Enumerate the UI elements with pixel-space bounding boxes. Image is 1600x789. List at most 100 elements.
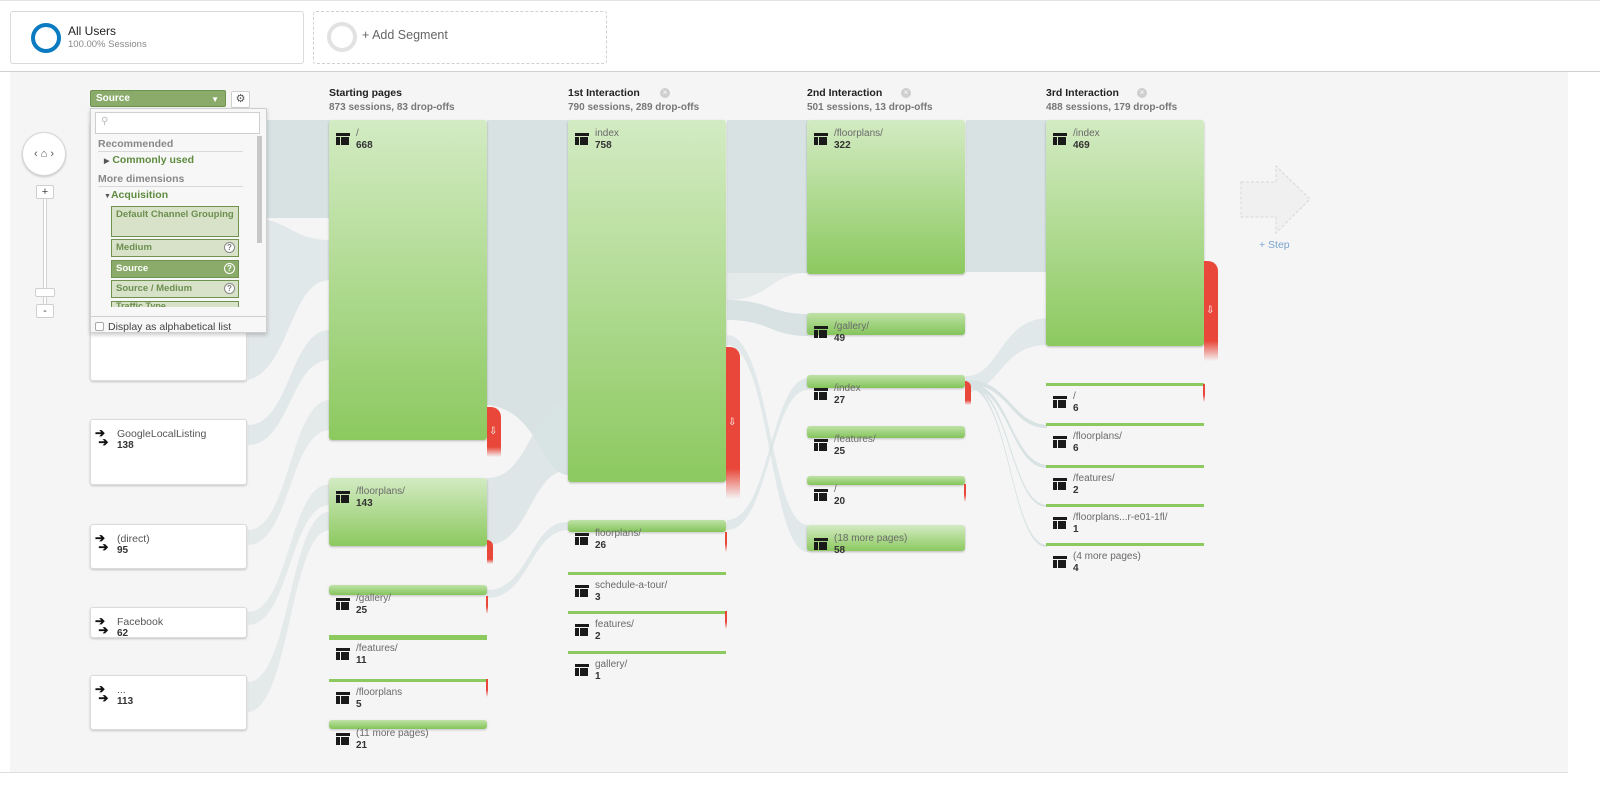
alphabetical-list-toggle[interactable]: Display as alphabetical list: [91, 316, 266, 337]
source-label: ...: [117, 684, 126, 696]
page-node[interactable]: features/ 2: [568, 611, 726, 646]
page-node[interactable]: /features/ 2: [1046, 465, 1204, 500]
dropoff-indicator[interactable]: [964, 484, 966, 502]
page-node[interactable]: / 6: [1046, 383, 1204, 418]
page-node[interactable]: /floorplans...r-e01-1fl/ 1: [1046, 504, 1204, 539]
flow-ribbon: [727, 120, 808, 273]
page-node[interactable]: /floorplans/ 143: [329, 478, 487, 546]
source-node[interactable]: ➔ ➔ ... 113: [90, 675, 247, 730]
page-node[interactable]: /gallery/ 25: [329, 585, 487, 625]
page-node[interactable]: /floorplans/ 322: [807, 120, 965, 274]
page-icon: [814, 388, 828, 400]
option-label: Medium: [116, 242, 152, 253]
recommended-header: Recommended: [98, 138, 243, 152]
dropdown-scrollbar[interactable]: [257, 136, 262, 243]
page-node[interactable]: / 668: [329, 120, 487, 440]
page-count: 25: [834, 446, 846, 457]
page-node[interactable]: /index 27: [807, 375, 965, 410]
remove-step-icon[interactable]: ×: [901, 88, 911, 98]
page-node[interactable]: /features/ 11: [329, 635, 487, 670]
page-icon: [336, 648, 350, 660]
dropoff-indicator[interactable]: [965, 381, 971, 405]
source-count: 138: [117, 440, 134, 451]
page-node[interactable]: schedule-a-tour/ 3: [568, 572, 726, 607]
page-label: index: [595, 128, 619, 139]
page-label: (11 more pages): [356, 728, 429, 739]
page-count: 758: [595, 140, 612, 151]
page-label: /: [834, 484, 837, 495]
dimension-option[interactable]: Source / Medium?: [111, 280, 239, 298]
page-icon: [336, 133, 350, 145]
source-node[interactable]: ➔ ➔ (direct) 95: [90, 524, 247, 569]
dropoff-indicator[interactable]: ⇩: [1204, 261, 1218, 361]
help-icon[interactable]: ?: [224, 242, 235, 253]
page-node[interactable]: /gallery/ 49: [807, 313, 965, 348]
dimension-select[interactable]: Source ▼: [90, 90, 226, 107]
help-icon[interactable]: ?: [224, 263, 235, 274]
caret-down-icon: ▼: [104, 193, 111, 200]
zoom-slider-thumb[interactable]: [35, 288, 55, 297]
page-node[interactable]: /features/ 25: [807, 426, 965, 461]
remove-step-icon[interactable]: ×: [660, 88, 670, 98]
page-icon: [575, 624, 589, 636]
dropoff-indicator[interactable]: [486, 679, 488, 697]
remove-step-icon[interactable]: ×: [1137, 88, 1147, 98]
page-count: 6: [1073, 403, 1079, 414]
add-step-arrow-icon: [1240, 164, 1311, 235]
source-node[interactable]: ➔ ➔ Facebook 62: [90, 607, 247, 639]
zoom-in-button[interactable]: +: [36, 185, 54, 199]
acquisition-group[interactable]: ▼Acquisition: [104, 189, 168, 201]
source-count: 113: [117, 696, 134, 707]
page-count: 25: [356, 605, 368, 616]
help-icon[interactable]: ?: [224, 283, 235, 294]
page-icon: [814, 326, 828, 338]
page-count: 21: [356, 740, 368, 751]
column-header-3rd-interaction: 3rd Interaction 488 sessions, 179 drop-o…: [1046, 87, 1177, 113]
page-label: floorplans/: [595, 528, 642, 539]
settings-gear-button[interactable]: ⚙: [231, 91, 250, 108]
page-node[interactable]: (11 more pages) 21: [329, 720, 487, 755]
page-count: 49: [834, 333, 846, 344]
checkbox[interactable]: [95, 322, 104, 331]
page-count: 1: [1073, 524, 1079, 535]
page-node[interactable]: floorplans/ 26: [568, 520, 726, 560]
page-icon: [1053, 517, 1067, 529]
page-node[interactable]: /floorplans 5: [329, 679, 487, 714]
dimension-select-value: Source: [96, 93, 130, 104]
dropoff-arrow-icon: ⇩: [489, 426, 498, 437]
dimension-search-input[interactable]: ⚲: [95, 112, 260, 134]
dropoff-indicator[interactable]: [487, 540, 493, 564]
page-node[interactable]: /floorplans/ 6: [1046, 423, 1204, 458]
page-icon: [336, 598, 350, 610]
dropoff-indicator[interactable]: [725, 532, 727, 552]
dropoff-indicator[interactable]: [1203, 384, 1205, 402]
page-label: /index: [1073, 128, 1100, 139]
page-icon: [336, 491, 350, 503]
source-node[interactable]: ➔ ➔ GoogleLocalListing 138: [90, 419, 247, 485]
dropoff-indicator[interactable]: ⇩: [487, 407, 501, 457]
page-node[interactable]: (18 more pages) 58: [807, 525, 965, 556]
commonly-used-group[interactable]: ▶ Commonly used: [104, 154, 194, 166]
page-label: /floorplans/: [1073, 431, 1122, 442]
dropoff-indicator[interactable]: [486, 596, 488, 614]
dimension-option[interactable]: Default Channel Grouping: [111, 206, 239, 237]
dimension-option-selected[interactable]: Source?: [111, 260, 239, 278]
page-label: /floorplans: [356, 687, 403, 698]
page-node[interactable]: (4 more pages) 4: [1046, 543, 1204, 578]
page-node[interactable]: / 20: [807, 476, 965, 511]
add-step-button[interactable]: + Step: [1240, 164, 1312, 251]
dropoff-indicator[interactable]: ⇩: [726, 347, 740, 499]
page-node[interactable]: /index 469: [1046, 120, 1204, 346]
page-label: (4 more pages): [1073, 551, 1141, 562]
dimension-option[interactable]: Medium?: [111, 239, 239, 257]
dimension-option[interactable]: Traffic Type: [111, 301, 239, 307]
pan-home-control[interactable]: ‹ ⌂ ›: [22, 132, 66, 176]
dropoff-indicator[interactable]: [725, 611, 727, 629]
page-icon: [575, 533, 589, 545]
chevron-down-icon: ▼: [211, 95, 219, 104]
zoom-out-button[interactable]: -: [36, 304, 54, 318]
page-node[interactable]: index 758: [568, 120, 726, 482]
page-count: 2: [1073, 485, 1079, 496]
page-node[interactable]: gallery/ 1: [568, 651, 726, 686]
page-count: 4: [1073, 563, 1079, 574]
